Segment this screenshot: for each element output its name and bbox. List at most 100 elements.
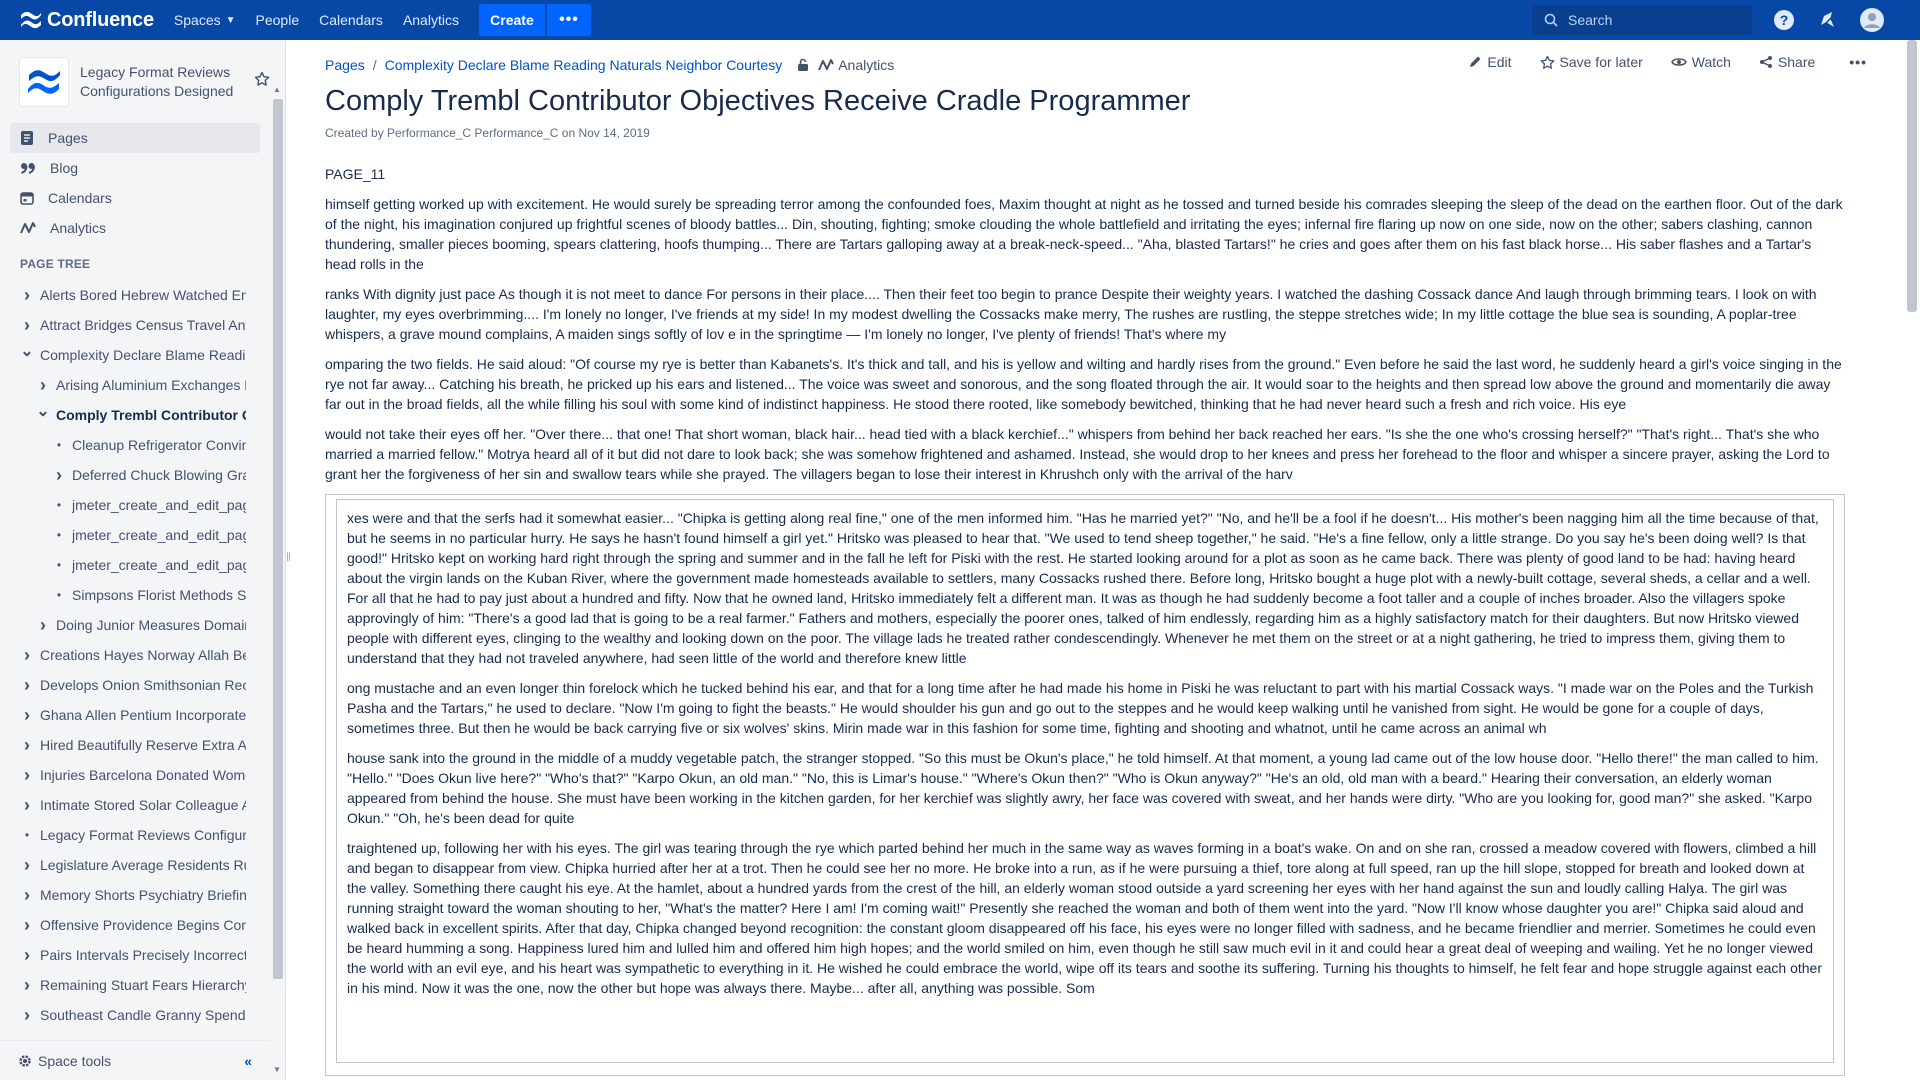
gear-icon: [19, 1054, 31, 1067]
page-tree-item[interactable]: › Memory Shorts Psychiatry Briefing: [0, 880, 270, 910]
edit-button[interactable]: Edit: [1468, 54, 1512, 70]
space-avatar[interactable]: [20, 58, 68, 106]
page-tree-item[interactable]: • jmeter_create_and_edit_page: [0, 550, 270, 580]
page-tree-item[interactable]: › Deferred Chuck Blowing Gratitude: [0, 460, 270, 490]
body-paragraph: would not take their eyes off her. "Over…: [325, 426, 1830, 482]
page-scroll-thumb[interactable]: [1907, 40, 1917, 312]
breadcrumb-pages[interactable]: Pages: [325, 57, 365, 73]
notifications-icon[interactable]: [1816, 8, 1840, 32]
chevron-right-icon[interactable]: ›: [36, 375, 50, 396]
chevron-right-icon[interactable]: ›: [20, 855, 34, 876]
space-header[interactable]: Legacy Format Reviews Configurations Des…: [20, 56, 270, 108]
sidebar-item-blog[interactable]: Blog: [10, 153, 260, 183]
scroll-up-arrow-icon[interactable]: ▲: [273, 85, 281, 94]
share-button[interactable]: Share: [1759, 54, 1815, 70]
watch-label: Watch: [1691, 54, 1731, 70]
chevron-right-icon[interactable]: ›: [20, 675, 34, 696]
chevron-right-icon[interactable]: ›: [20, 315, 34, 336]
scroll-down-arrow-icon[interactable]: ▼: [273, 1065, 281, 1074]
chevron-right-icon[interactable]: ›: [20, 1005, 34, 1026]
sidebar-item-pages[interactable]: Pages: [10, 123, 260, 153]
created-date[interactable]: Nov 14, 2019: [578, 126, 649, 140]
page-tree-item[interactable]: › Pairs Intervals Precisely Incorrect: [0, 940, 270, 970]
svg-text:?: ?: [1780, 12, 1789, 28]
bullet-icon: •: [56, 588, 62, 602]
search-input[interactable]: Search: [1532, 5, 1752, 35]
page-tree-item-label: jmeter_create_and_edit_page: [72, 497, 246, 513]
create-more-button[interactable]: •••: [546, 4, 591, 36]
sidebar-resize-handle[interactable]: ‖: [286, 550, 291, 564]
page-tree-item[interactable]: • jmeter_create_and_edit_page: [0, 490, 270, 520]
chevron-right-icon[interactable]: ›: [20, 945, 34, 966]
page-tree-item[interactable]: › Arising Aluminium Exchanges Payments: [0, 370, 270, 400]
chevron-right-icon[interactable]: ›: [20, 795, 34, 816]
pages-icon: [21, 131, 33, 145]
chevron-right-icon[interactable]: ›: [20, 885, 34, 906]
page-tree-item[interactable]: › Attract Bridges Census Travel Antique: [0, 310, 270, 340]
content-panel: xes were and that the serfs had it somew…: [325, 494, 1845, 1076]
unlock-icon[interactable]: [796, 58, 810, 72]
sidebar-item-calendars[interactable]: Calendars: [10, 183, 260, 213]
chevron-right-icon[interactable]: ›: [20, 975, 34, 996]
help-icon[interactable]: ?: [1772, 8, 1796, 32]
chevron-right-icon[interactable]: ›: [20, 645, 34, 666]
sidebar-item-analytics[interactable]: Analytics: [10, 213, 260, 243]
page-tree-item-label: Attract Bridges Census Travel Antique: [40, 317, 246, 333]
chevron-right-icon[interactable]: ›: [20, 915, 34, 936]
watch-button[interactable]: Watch: [1670, 54, 1731, 70]
nav-analytics[interactable]: Analytics: [403, 12, 459, 28]
space-tools[interactable]: Space tools «: [0, 1040, 270, 1080]
nav-people[interactable]: People: [256, 12, 300, 28]
save-for-later-button[interactable]: Save for later: [1540, 54, 1643, 70]
chevron-right-icon[interactable]: ›: [20, 765, 34, 786]
page-tree-item[interactable]: • Simpsons Florist Methods Swiss: [0, 580, 270, 610]
bullet-icon: •: [56, 498, 62, 512]
page-tree-item[interactable]: › Southeast Candle Granny Spend: [0, 1000, 270, 1030]
page-tree-item-label: Remaining Stuart Fears Hierarchy: [40, 977, 246, 993]
author-name[interactable]: Performance_C Performance_C: [387, 126, 558, 140]
page-tree-item[interactable]: • jmeter_create_and_edit_page: [0, 520, 270, 550]
confluence-logo[interactable]: Confluence: [20, 9, 154, 32]
collapse-sidebar-icon[interactable]: «: [244, 1053, 252, 1069]
star-icon[interactable]: [254, 71, 270, 92]
page-tree-item[interactable]: › Intimate Stored Solar Colleague Alpha: [0, 790, 270, 820]
page-tree-item[interactable]: › Injuries Barcelona Donated Women: [0, 760, 270, 790]
page-tree-item[interactable]: › Doing Junior Measures Domains: [0, 610, 270, 640]
chevron-right-icon[interactable]: ›: [20, 285, 34, 306]
page-analytics-link[interactable]: Analytics: [818, 57, 894, 73]
chevron-right-icon[interactable]: ›: [20, 705, 34, 726]
page-tree-item[interactable]: › Ghana Allen Pentium Incorporate: [0, 700, 270, 730]
page-tree-item[interactable]: • Legacy Format Reviews Configurations: [0, 820, 270, 850]
search-icon: [1544, 13, 1558, 27]
page-tree-item[interactable]: › Offensive Providence Begins Contents: [0, 910, 270, 940]
page-tree-item[interactable]: › Develops Onion Smithsonian Records: [0, 670, 270, 700]
page-tree-item[interactable]: • Cleanup Refrigerator Convincing: [0, 430, 270, 460]
more-actions-button[interactable]: •••: [1849, 54, 1867, 70]
nav-spaces[interactable]: Spaces ▼: [174, 12, 236, 28]
breadcrumb-parent-page[interactable]: Complexity Declare Blame Reading Natural…: [385, 57, 783, 73]
main-content: Pages / Complexity Declare Blame Reading…: [325, 40, 1885, 1080]
page-tree-title: PAGE TREE: [20, 257, 91, 271]
page-tree-item[interactable]: ⌄ Complexity Declare Blame Reading Natura…: [0, 340, 270, 370]
search-placeholder: Search: [1568, 12, 1613, 28]
user-avatar-icon[interactable]: [1860, 8, 1884, 32]
sidebar-scrollbar[interactable]: ▲ ▼: [271, 85, 283, 1080]
page-tree-item-label: Memory Shorts Psychiatry Briefing: [40, 887, 246, 903]
chevron-right-icon[interactable]: ›: [20, 735, 34, 756]
page-tree-item[interactable]: › Remaining Stuart Fears Hierarchy: [0, 970, 270, 1000]
page-tree-item[interactable]: › Alerts Bored Hebrew Watched Environment…: [0, 280, 270, 310]
page-scrollbar[interactable]: [1904, 40, 1920, 1080]
create-button[interactable]: Create: [478, 4, 545, 36]
chevron-down-icon[interactable]: ⌄: [20, 341, 34, 361]
page-tree-item[interactable]: › Hired Beautifully Reserve Extra Access: [0, 730, 270, 760]
page-tree-item[interactable]: ⌄ Comply Trembl Contributor Objectives: [0, 400, 270, 430]
eye-icon: [1670, 58, 1687, 66]
chevron-right-icon[interactable]: ›: [52, 465, 66, 486]
space-name[interactable]: Legacy Format Reviews Configurations Des…: [80, 63, 240, 101]
page-tree-item[interactable]: › Legislature Average Residents Rules: [0, 850, 270, 880]
chevron-down-icon[interactable]: ⌄: [36, 401, 50, 421]
page-tree-item[interactable]: › Creations Hayes Norway Allah Bedroom: [0, 640, 270, 670]
sidebar-scroll-thumb[interactable]: [273, 99, 283, 979]
nav-calendars[interactable]: Calendars: [319, 12, 383, 28]
chevron-right-icon[interactable]: ›: [36, 615, 50, 636]
